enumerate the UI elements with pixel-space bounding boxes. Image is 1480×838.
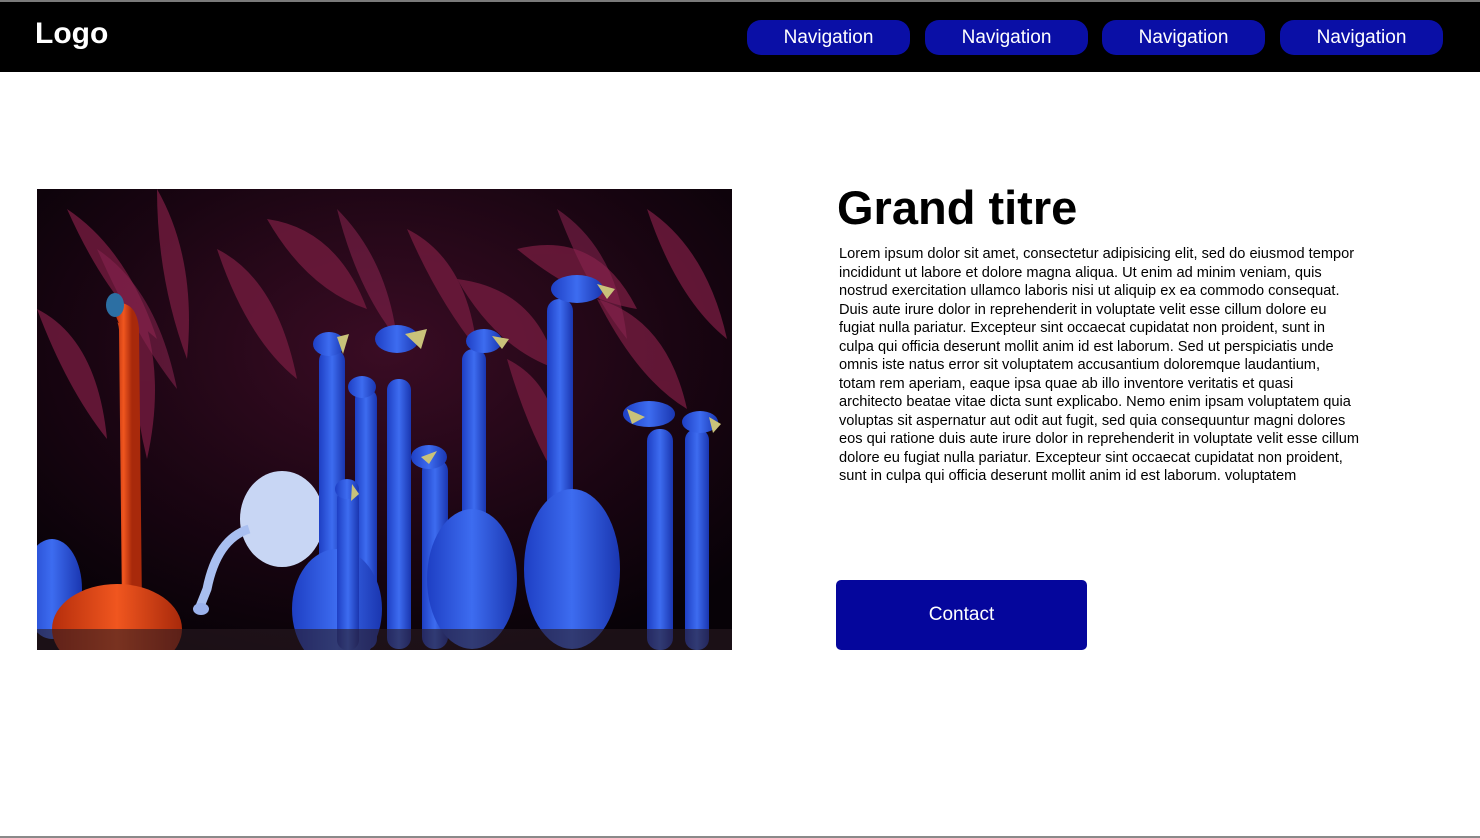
nav-button-2[interactable]: Navigation [925,20,1088,55]
hero-image [37,189,732,650]
nav-button-4[interactable]: Navigation [1280,20,1443,55]
flamingos-photo-icon [37,189,732,650]
logo[interactable]: Logo [35,17,108,51]
contact-button[interactable]: Contact [836,580,1087,650]
header-bar: Logo Navigation Navigation Navigation Na… [0,0,1480,72]
nav-button-3[interactable]: Navigation [1102,20,1265,55]
body-paragraph: Lorem ipsum dolor sit amet, consectetur … [839,246,1359,484]
nav-button-1[interactable]: Navigation [747,20,910,55]
page-title: Grand titre [837,181,1078,234]
